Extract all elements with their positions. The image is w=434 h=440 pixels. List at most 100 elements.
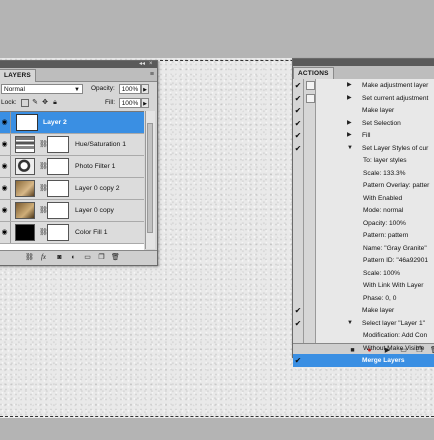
action-detail-row[interactable]: Pattern ID: "46a92901 [293, 254, 434, 267]
action-detail-row[interactable]: Opacity: 100% [293, 217, 434, 230]
visibility-eye-icon[interactable]: ◉ [0, 134, 11, 155]
dialog-toggle-box[interactable] [306, 81, 315, 90]
action-detail-row[interactable]: Pattern Overlay: patter [293, 179, 434, 192]
lock-position-move-icon[interactable]: ✥ [41, 99, 49, 107]
action-step-row[interactable]: ✔ ▼ Set Layer Styles of cur [293, 142, 434, 155]
action-detail-row[interactable]: Phase: 0, 0 [293, 292, 434, 305]
action-detail-row[interactable]: Mode: normal [293, 204, 434, 217]
layer-row[interactable]: ◉ ⛓ Color Fill 1 [0, 222, 144, 244]
layer-row[interactable]: ◉ ⛓ Layer 0 copy [0, 200, 144, 222]
new-adjustment-layer-icon[interactable]: ◐ [69, 253, 78, 262]
panel-title-bar[interactable] [293, 59, 434, 66]
action-step-row[interactable]: ✔ ▶ Set Selection [293, 117, 434, 130]
action-detail-text: Opacity: 100% [363, 219, 406, 227]
action-step-row[interactable]: ✔ ▶ Fill [293, 129, 434, 142]
blend-mode-select[interactable]: Normal ▼ [1, 84, 83, 94]
step-enabled-check-icon[interactable]: ✔ [294, 119, 302, 128]
action-step-label: Fill [362, 132, 371, 139]
layer-row[interactable]: ◉ ⛓ Hue/Saturation 1 [0, 134, 144, 156]
action-detail-text: With Link With Layer [363, 282, 424, 289]
layer-mask-thumbnail [47, 180, 69, 197]
action-detail-row[interactable]: Without Make Visible [293, 342, 434, 355]
chevron-down-icon: ▼ [74, 87, 80, 93]
actions-tab-bar: ACTIONS [293, 66, 434, 80]
visibility-eye-icon[interactable]: ◉ [0, 222, 11, 243]
blend-mode-value: Normal [4, 86, 25, 93]
layer-name: Color Fill 1 [75, 229, 108, 236]
collapse-icon[interactable]: ◂◂ [139, 61, 145, 68]
step-enabled-check-icon[interactable]: ✔ [294, 81, 302, 90]
step-enabled-check-icon[interactable]: ✔ [294, 306, 302, 315]
layer-name: Photo Filter 1 [75, 163, 116, 170]
action-step-label: Select layer "Layer 1" [362, 319, 425, 327]
opacity-field[interactable]: 100% [119, 84, 141, 94]
action-detail-row[interactable]: Scale: 100% [293, 267, 434, 280]
layer-style-fx-icon[interactable]: fx [39, 253, 48, 262]
action-detail-row[interactable]: Name: "Gray Granite" [293, 242, 434, 255]
collapsed-triangle-icon[interactable]: ▶ [347, 119, 352, 128]
step-enabled-check-icon[interactable]: ✔ [294, 144, 302, 153]
layer-row[interactable]: ◉ ⛓ Photo Filter 1 [0, 156, 144, 178]
fill-field[interactable]: 100% [119, 98, 141, 108]
step-enabled-check-icon[interactable]: ✔ [294, 94, 302, 103]
action-detail-row[interactable]: Pattern: pattern [293, 229, 434, 242]
photo-thumbnail [15, 202, 35, 219]
action-step-row[interactable]: ✔ ▼ Select layer "Layer 1" [293, 317, 434, 330]
collapsed-triangle-icon[interactable]: ▶ [347, 131, 352, 140]
pasteboard [0, 418, 434, 440]
layer-mask-thumbnail [47, 136, 69, 153]
lock-transparent-icon[interactable] [21, 99, 29, 107]
action-step-label: Make layer [362, 307, 395, 314]
visibility-eye-icon[interactable]: ◉ [0, 156, 11, 177]
opacity-slider-arrow-icon[interactable]: ▶ [141, 84, 149, 94]
step-enabled-check-icon[interactable]: ✔ [294, 319, 302, 328]
link-layers-icon[interactable]: ⛓ [25, 253, 34, 262]
close-icon[interactable]: × [149, 61, 153, 68]
action-step-label: Make adjustment layer [362, 82, 429, 89]
scrollbar-thumb[interactable] [147, 123, 153, 233]
add-mask-icon[interactable]: ◙ [55, 253, 64, 262]
step-enabled-check-icon[interactable]: ✔ [294, 131, 302, 140]
action-step-row[interactable]: ✔ Merge Layers [293, 354, 434, 367]
new-group-folder-icon[interactable]: ▭ [83, 253, 92, 262]
action-step-row[interactable]: ✔ ▶ Make adjustment layer [293, 79, 434, 92]
lock-image-brush-icon[interactable]: ✎ [31, 99, 39, 107]
action-detail-text: Pattern ID: "46a92901 [363, 257, 429, 264]
layer-name: Layer 0 copy [75, 207, 114, 214]
visibility-eye-icon[interactable]: ◉ [0, 112, 11, 133]
action-detail-row[interactable]: To: layer styles [293, 154, 434, 167]
fill-label: Fill: [105, 99, 116, 106]
layer-name: Layer 2 [43, 119, 67, 126]
delete-layer-trash-icon[interactable]: 🗑︎ [111, 253, 120, 262]
new-layer-icon[interactable]: ❐ [97, 253, 106, 262]
action-step-row[interactable]: ✔ Make layer [293, 304, 434, 317]
layer-row[interactable]: ◉ ⛓ Layer 0 copy 2 [0, 178, 144, 200]
action-detail-row[interactable]: Modification: Add Con [293, 329, 434, 342]
layer-row[interactable]: ◉ Layer 2 [0, 112, 144, 134]
action-step-row[interactable]: ✔ Make layer [293, 104, 434, 117]
dialog-toggle-box[interactable] [306, 93, 315, 103]
action-detail-row[interactable]: With Enabled [293, 192, 434, 205]
action-step-label: Set current adjustment [362, 94, 429, 102]
panel-title-bar[interactable]: ◂◂ × [0, 61, 157, 68]
visibility-eye-icon[interactable]: ◉ [0, 178, 11, 199]
collapsed-triangle-icon[interactable]: ▶ [347, 81, 352, 90]
panel-menu-icon[interactable]: ≡ [150, 70, 154, 79]
lock-all-padlock-icon[interactable]: 🔒︎ [51, 99, 59, 107]
action-detail-row[interactable]: With Link With Layer [293, 279, 434, 292]
layers-list: ◉ Layer 2 ◉ ⛓ Hue/Saturation 1 ◉ ⛓ Photo… [0, 111, 144, 250]
layer-mask-thumbnail [47, 202, 69, 219]
tab-layers[interactable]: LAYERS [0, 69, 36, 82]
expanded-triangle-icon[interactable]: ▼ [347, 319, 353, 328]
action-detail-text: Pattern Overlay: patter [363, 182, 430, 189]
step-enabled-check-icon[interactable]: ✔ [294, 356, 302, 365]
expanded-triangle-icon[interactable]: ▼ [347, 144, 353, 153]
action-detail-row[interactable]: Scale: 133.3% [293, 167, 434, 180]
collapsed-triangle-icon[interactable]: ▶ [347, 94, 352, 103]
visibility-eye-icon[interactable]: ◉ [0, 200, 11, 221]
layers-scrollbar[interactable] [145, 111, 155, 249]
step-enabled-check-icon[interactable]: ✔ [294, 106, 302, 115]
action-step-row[interactable]: ✔ ▶ Set current adjustment [293, 92, 434, 105]
fill-slider-arrow-icon[interactable]: ▶ [141, 98, 149, 108]
action-detail-text: Name: "Gray Granite" [363, 244, 427, 252]
